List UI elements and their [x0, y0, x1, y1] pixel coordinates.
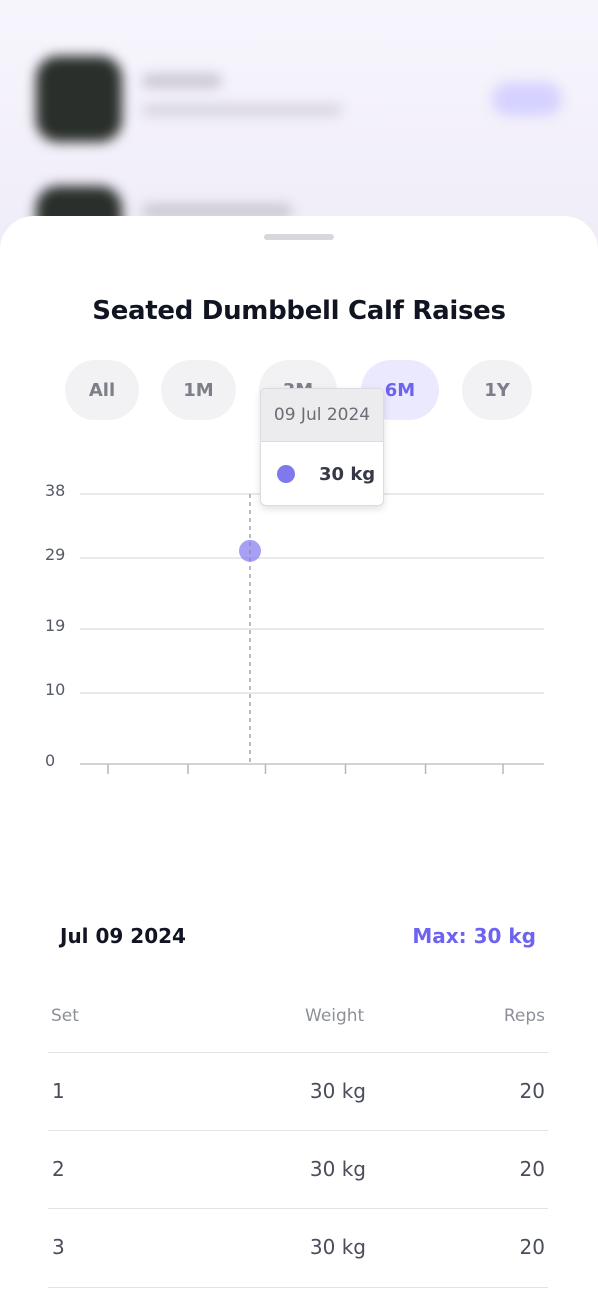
y-tick-label: 19 — [45, 616, 65, 635]
range-button-all[interactable]: All — [65, 360, 139, 420]
y-tick-label: 29 — [45, 545, 65, 564]
tooltip-value: 30 kg — [319, 463, 376, 485]
set-reps: 20 — [519, 1235, 545, 1259]
set-weight: 30 kg — [309, 1235, 366, 1259]
set-weight: 30 kg — [309, 1157, 366, 1181]
column-header-set: Set — [51, 1006, 79, 1026]
set-weight: 30 kg — [309, 1079, 366, 1103]
progress-chart[interactable]: 382919100 15 May15 Jun15 Jul15 Aug15 Sep… — [0, 476, 598, 776]
bottom-sheet: Seated Dumbbell Calf Raises All 1M 3M 6M… — [0, 216, 598, 1292]
background-thumbnail — [36, 56, 122, 142]
series-dot-icon — [277, 465, 295, 483]
range-button-1m[interactable]: 1M — [161, 360, 236, 420]
background-text — [142, 74, 222, 88]
column-header-reps: Reps — [503, 1006, 545, 1026]
table-row: 2 30 kg 20 — [48, 1130, 548, 1209]
range-button-1y[interactable]: 1Y — [462, 360, 532, 420]
set-number: 2 — [52, 1157, 65, 1181]
background-item — [0, 56, 598, 176]
background-text — [142, 104, 342, 116]
session-date: Jul 09 2024 — [60, 924, 186, 948]
tooltip-date: 09 Jul 2024 — [261, 389, 383, 442]
set-number: 3 — [52, 1235, 65, 1259]
y-tick-label: 38 — [45, 481, 65, 500]
sheet-grabber-handle[interactable] — [264, 234, 334, 240]
table-row: 1 30 kg 20 — [48, 1052, 548, 1131]
set-reps: 20 — [519, 1079, 545, 1103]
background-button — [492, 82, 562, 116]
exercise-title: Seated Dumbbell Calf Raises — [92, 296, 506, 326]
set-number: 1 — [52, 1079, 65, 1103]
table-row: 3 30 kg 20 — [48, 1208, 548, 1288]
set-reps: 20 — [519, 1157, 545, 1181]
y-tick-label: 10 — [45, 680, 65, 699]
chart-tooltip: 09 Jul 2024 30 kg — [260, 388, 384, 506]
session-max: Max: 30 kg — [412, 924, 536, 948]
y-tick-label: 0 — [45, 751, 55, 770]
data-point[interactable] — [238, 539, 261, 562]
column-header-weight: Weight — [305, 1006, 365, 1026]
